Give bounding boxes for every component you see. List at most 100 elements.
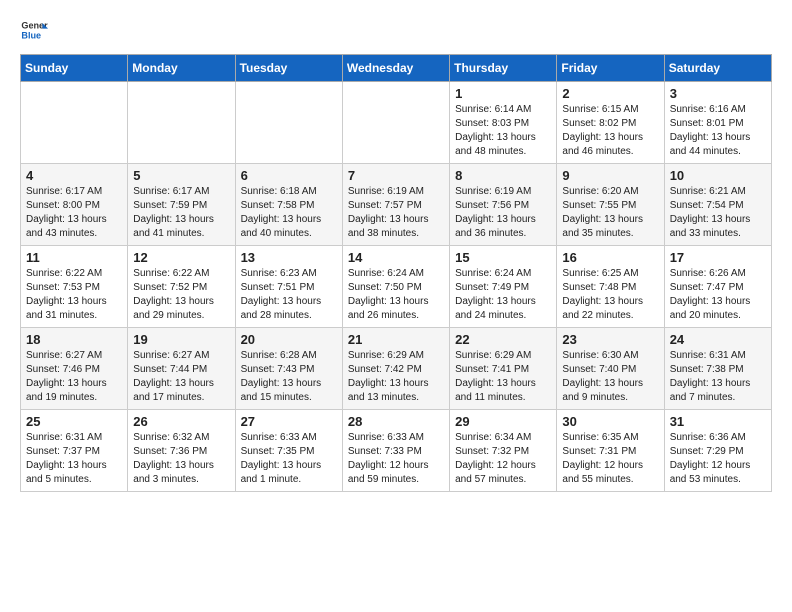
calendar-cell: 8 Sunrise: 6:19 AM Sunset: 7:56 PM Daylig… (450, 164, 557, 246)
cell-text: Sunrise: 6:35 AM Sunset: 7:31 PM Dayligh… (562, 431, 658, 487)
day-number: 19 (133, 332, 229, 347)
day-of-week-header: Wednesday (342, 55, 449, 82)
calendar-cell (235, 82, 342, 164)
cell-text: Sunrise: 6:29 AM Sunset: 7:41 PM Dayligh… (455, 349, 551, 405)
cell-text: Sunrise: 6:31 AM Sunset: 7:37 PM Dayligh… (26, 431, 122, 487)
day-number: 8 (455, 168, 551, 183)
cell-text: Sunrise: 6:23 AM Sunset: 7:51 PM Dayligh… (241, 267, 337, 323)
calendar-week-row: 4 Sunrise: 6:17 AM Sunset: 8:00 PM Daylig… (21, 164, 772, 246)
day-number: 24 (670, 332, 766, 347)
cell-text: Sunrise: 6:19 AM Sunset: 7:57 PM Dayligh… (348, 185, 444, 241)
calendar-cell: 1Sunrise: 6:14 AM Sunset: 8:03 PM Daylig… (450, 82, 557, 164)
calendar-cell: 18 Sunrise: 6:27 AM Sunset: 7:46 PM Dayli… (21, 328, 128, 410)
day-of-week-header: Saturday (664, 55, 771, 82)
calendar-cell: 11 Sunrise: 6:22 AM Sunset: 7:53 PM Dayli… (21, 246, 128, 328)
day-number: 15 (455, 250, 551, 265)
calendar-cell: 25Sunrise: 6:31 AM Sunset: 7:37 PM Dayli… (21, 410, 128, 492)
calendar-week-row: 11 Sunrise: 6:22 AM Sunset: 7:53 PM Dayli… (21, 246, 772, 328)
day-number: 13 (241, 250, 337, 265)
calendar-cell (21, 82, 128, 164)
day-number: 3 (670, 86, 766, 101)
day-number: 28 (348, 414, 444, 429)
calendar-cell: 6Sunrise: 6:18 AM Sunset: 7:58 PM Daylig… (235, 164, 342, 246)
calendar-cell: 24 Sunrise: 6:31 AM Sunset: 7:38 PM Dayli… (664, 328, 771, 410)
cell-text: Sunrise: 6:32 AM Sunset: 7:36 PM Dayligh… (133, 431, 229, 487)
calendar-cell: 28Sunrise: 6:33 AM Sunset: 7:33 PM Dayli… (342, 410, 449, 492)
day-number: 31 (670, 414, 766, 429)
cell-text: Sunrise: 6:26 AM Sunset: 7:47 PM Dayligh… (670, 267, 766, 323)
day-number: 10 (670, 168, 766, 183)
calendar-cell: 12Sunrise: 6:22 AM Sunset: 7:52 PM Dayli… (128, 246, 235, 328)
cell-text: Sunrise: 6:31 AM Sunset: 7:38 PM Dayligh… (670, 349, 766, 405)
calendar-week-row: 1Sunrise: 6:14 AM Sunset: 8:03 PM Daylig… (21, 82, 772, 164)
day-number: 5 (133, 168, 229, 183)
svg-text:Blue: Blue (21, 30, 41, 40)
day-number: 4 (26, 168, 122, 183)
day-of-week-header: Sunday (21, 55, 128, 82)
calendar-cell: 20Sunrise: 6:28 AM Sunset: 7:43 PM Dayli… (235, 328, 342, 410)
day-number: 26 (133, 414, 229, 429)
cell-text: Sunrise: 6:19 AM Sunset: 7:56 PM Dayligh… (455, 185, 551, 241)
day-of-week-header: Friday (557, 55, 664, 82)
cell-text: Sunrise: 6:25 AM Sunset: 7:48 PM Dayligh… (562, 267, 658, 323)
cell-text: Sunrise: 6:15 AM Sunset: 8:02 PM Dayligh… (562, 103, 658, 159)
calendar-cell: 21 Sunrise: 6:29 AM Sunset: 7:42 PM Dayli… (342, 328, 449, 410)
cell-text: Sunrise: 6:36 AM Sunset: 7:29 PM Dayligh… (670, 431, 766, 487)
day-number: 27 (241, 414, 337, 429)
calendar-cell: 10 Sunrise: 6:21 AM Sunset: 7:54 PM Dayli… (664, 164, 771, 246)
cell-text: Sunrise: 6:17 AM Sunset: 8:00 PM Dayligh… (26, 185, 122, 241)
day-number: 14 (348, 250, 444, 265)
day-number: 2 (562, 86, 658, 101)
calendar-cell: 2 Sunrise: 6:15 AM Sunset: 8:02 PM Daylig… (557, 82, 664, 164)
calendar-cell: 19Sunrise: 6:27 AM Sunset: 7:44 PM Dayli… (128, 328, 235, 410)
cell-text: Sunrise: 6:29 AM Sunset: 7:42 PM Dayligh… (348, 349, 444, 405)
day-of-week-header: Monday (128, 55, 235, 82)
calendar-cell: 15 Sunrise: 6:24 AM Sunset: 7:49 PM Dayli… (450, 246, 557, 328)
day-number: 30 (562, 414, 658, 429)
logo-icon: General Blue (20, 16, 48, 44)
calendar-cell: 22 Sunrise: 6:29 AM Sunset: 7:41 PM Dayli… (450, 328, 557, 410)
cell-text: Sunrise: 6:24 AM Sunset: 7:50 PM Dayligh… (348, 267, 444, 323)
header: General Blue (20, 16, 772, 44)
day-number: 9 (562, 168, 658, 183)
calendar-week-row: 18 Sunrise: 6:27 AM Sunset: 7:46 PM Dayli… (21, 328, 772, 410)
calendar-cell: 17 Sunrise: 6:26 AM Sunset: 7:47 PM Dayli… (664, 246, 771, 328)
calendar-header-row: SundayMondayTuesdayWednesdayThursdayFrid… (21, 55, 772, 82)
calendar-cell: 31 Sunrise: 6:36 AM Sunset: 7:29 PM Dayli… (664, 410, 771, 492)
cell-text: Sunrise: 6:17 AM Sunset: 7:59 PM Dayligh… (133, 185, 229, 241)
cell-text: Sunrise: 6:21 AM Sunset: 7:54 PM Dayligh… (670, 185, 766, 241)
calendar-week-row: 25Sunrise: 6:31 AM Sunset: 7:37 PM Dayli… (21, 410, 772, 492)
calendar-cell: 26 Sunrise: 6:32 AM Sunset: 7:36 PM Dayli… (128, 410, 235, 492)
calendar-cell (342, 82, 449, 164)
logo: General Blue (20, 16, 52, 44)
day-number: 17 (670, 250, 766, 265)
day-number: 22 (455, 332, 551, 347)
calendar-cell: 13 Sunrise: 6:23 AM Sunset: 7:51 PM Dayli… (235, 246, 342, 328)
day-number: 11 (26, 250, 122, 265)
cell-text: Sunrise: 6:28 AM Sunset: 7:43 PM Dayligh… (241, 349, 337, 405)
calendar-cell (128, 82, 235, 164)
calendar-cell: 23Sunrise: 6:30 AM Sunset: 7:40 PM Dayli… (557, 328, 664, 410)
calendar-cell: 29Sunrise: 6:34 AM Sunset: 7:32 PM Dayli… (450, 410, 557, 492)
calendar-cell: 9 Sunrise: 6:20 AM Sunset: 7:55 PM Daylig… (557, 164, 664, 246)
cell-text: Sunrise: 6:33 AM Sunset: 7:35 PM Dayligh… (241, 431, 337, 487)
calendar-cell: 3 Sunrise: 6:16 AM Sunset: 8:01 PM Daylig… (664, 82, 771, 164)
calendar-cell: 30 Sunrise: 6:35 AM Sunset: 7:31 PM Dayli… (557, 410, 664, 492)
day-number: 16 (562, 250, 658, 265)
calendar-cell: 4 Sunrise: 6:17 AM Sunset: 8:00 PM Daylig… (21, 164, 128, 246)
cell-text: Sunrise: 6:30 AM Sunset: 7:40 PM Dayligh… (562, 349, 658, 405)
cell-text: Sunrise: 6:34 AM Sunset: 7:32 PM Dayligh… (455, 431, 551, 487)
calendar-cell: 14 Sunrise: 6:24 AM Sunset: 7:50 PM Dayli… (342, 246, 449, 328)
day-number: 12 (133, 250, 229, 265)
cell-text: Sunrise: 6:27 AM Sunset: 7:46 PM Dayligh… (26, 349, 122, 405)
day-number: 21 (348, 332, 444, 347)
cell-text: Sunrise: 6:24 AM Sunset: 7:49 PM Dayligh… (455, 267, 551, 323)
calendar-cell: 5 Sunrise: 6:17 AM Sunset: 7:59 PM Daylig… (128, 164, 235, 246)
calendar-table: SundayMondayTuesdayWednesdayThursdayFrid… (20, 54, 772, 492)
cell-text: Sunrise: 6:16 AM Sunset: 8:01 PM Dayligh… (670, 103, 766, 159)
calendar-cell: 7Sunrise: 6:19 AM Sunset: 7:57 PM Daylig… (342, 164, 449, 246)
cell-text: Sunrise: 6:20 AM Sunset: 7:55 PM Dayligh… (562, 185, 658, 241)
cell-text: Sunrise: 6:22 AM Sunset: 7:53 PM Dayligh… (26, 267, 122, 323)
day-number: 6 (241, 168, 337, 183)
day-number: 18 (26, 332, 122, 347)
